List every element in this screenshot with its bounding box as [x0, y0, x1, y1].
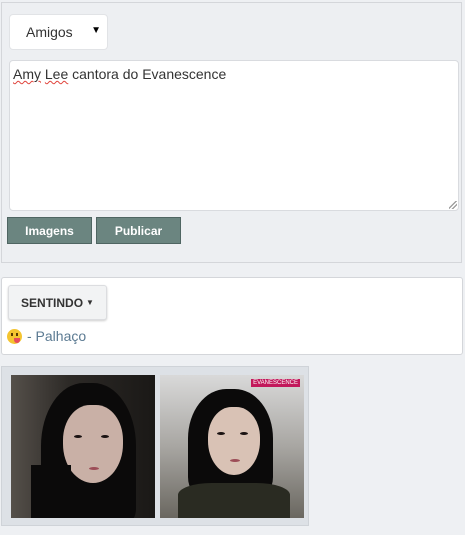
gallery-photo[interactable]: EVANESCENCE — [160, 375, 304, 518]
post-text-rest: cantora do Evanescence — [72, 66, 227, 82]
gallery-photo[interactable] — [11, 375, 155, 518]
caret-down-icon: ▼ — [91, 25, 101, 36]
publish-button[interactable]: Publicar — [96, 217, 181, 244]
spellcheck-word: Lee — [44, 66, 69, 82]
feeling-text: - Palhaço — [27, 328, 87, 344]
feeling-status[interactable]: - Palhaço — [7, 328, 86, 344]
image-gallery: EVANESCENCE — [1, 366, 309, 526]
caret-down-icon: ▼ — [86, 298, 94, 307]
post-textarea[interactable]: Amy Lee cantora do Evanescence — [9, 60, 459, 211]
mood-panel: SENTINDO ▼ - Palhaço — [1, 277, 463, 355]
tongue-out-emoji-icon — [7, 328, 22, 344]
post-text: Amy Lee cantora do Evanescence — [13, 66, 226, 82]
audience-value: Amigos — [26, 24, 73, 40]
spellcheck-word: Amy — [13, 66, 41, 82]
photo-tag: EVANESCENCE — [251, 379, 300, 387]
audience-select[interactable]: Amigos ▼ — [9, 14, 108, 50]
images-button[interactable]: Imagens — [7, 217, 92, 244]
feeling-dropdown-button[interactable]: SENTINDO ▼ — [8, 285, 107, 320]
feeling-dropdown-label: SENTINDO — [21, 295, 84, 310]
resize-grip-icon[interactable] — [449, 201, 457, 209]
